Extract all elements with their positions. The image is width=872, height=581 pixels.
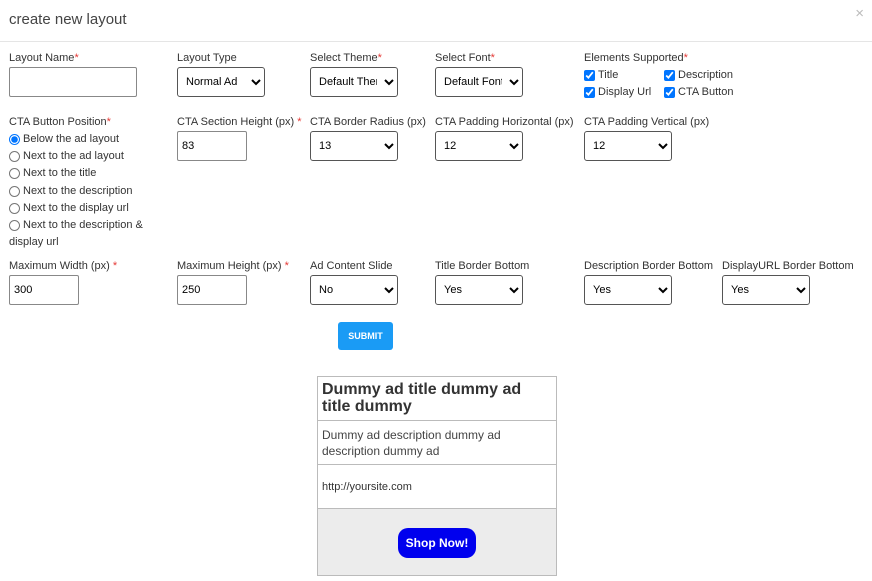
preview-description: Dummy ad description dummy ad descriptio…: [318, 421, 556, 465]
radio-label: Next to the description: [23, 185, 133, 197]
select-theme-field: Select Theme*: [310, 52, 382, 65]
preview-title: Dummy ad title dummy ad title dummy: [318, 377, 556, 421]
cta-border-radius-select[interactable]: 13: [310, 131, 398, 161]
preview-cta-section: Shop Now!: [318, 509, 556, 575]
maximum-height-label: Maximum Height (px) *: [177, 260, 289, 272]
radio-next-to-title[interactable]: Next to the title: [9, 167, 96, 179]
select-font-field: Select Font*: [435, 52, 495, 65]
displayurl-border-bottom-field: DisplayURL Border Bottom: [722, 260, 854, 273]
close-icon[interactable]: ×: [855, 5, 864, 22]
ad-content-slide-label: Ad Content Slide: [310, 260, 393, 272]
layout-type-field: Layout Type: [177, 52, 237, 65]
maximum-width-label: Maximum Width (px) *: [9, 260, 118, 272]
title-border-bottom-field: Title Border Bottom: [435, 260, 529, 273]
checkbox-description-label: Description: [678, 69, 734, 81]
display-url-checkbox[interactable]: [584, 86, 595, 98]
radio-next-to-description[interactable]: Next to the description: [9, 185, 132, 197]
cta-border-radius-label: CTA Border Radius (px): [310, 116, 426, 128]
select-font-select[interactable]: Default Font: [435, 67, 523, 97]
cta-padding-horizontal-select[interactable]: 12: [435, 131, 523, 161]
maximum-width-field: Maximum Width (px) *: [9, 260, 117, 273]
cta-button-checkbox[interactable]: [664, 86, 675, 98]
select-theme-label: Select Theme*: [310, 52, 382, 64]
cta-padding-horizontal-label: CTA Padding Horizontal (px): [435, 116, 574, 128]
cta-button-position-field: CTA Button Position*: [9, 116, 111, 129]
radio-label: Next to the display url: [23, 202, 129, 214]
radio-next-to-ad-layout[interactable]: Next to the ad layout: [9, 150, 124, 162]
cta-button-position-label: CTA Button Position*: [9, 116, 111, 128]
title-checkbox[interactable]: [584, 69, 595, 81]
cta-section-height-input[interactable]: [177, 131, 247, 161]
elements-supported-field: Elements Supported*: [584, 52, 688, 65]
next-to-display-url-radio[interactable]: [9, 202, 20, 214]
maximum-height-field: Maximum Height (px) *: [177, 260, 289, 273]
title-border-bottom-label: Title Border Bottom: [435, 260, 530, 272]
preview-display-url: http://yoursite.com: [318, 465, 556, 509]
checkbox-display-url[interactable]: Display Url: [584, 86, 651, 98]
radio-label: Next to the description &: [23, 219, 143, 231]
radio-label: Next to the ad layout: [23, 150, 124, 162]
next-to-ad-layout-radio[interactable]: [9, 150, 20, 162]
cta-padding-vertical-label: CTA Padding Vertical (px): [584, 116, 710, 128]
description-checkbox[interactable]: [664, 69, 675, 81]
radio-next-to-display-url[interactable]: Next to the display url: [9, 202, 129, 214]
next-to-description-and-display-url-radio[interactable]: [9, 219, 20, 231]
displayurl-border-bottom-select[interactable]: Yes: [722, 275, 810, 305]
modal-header: create new layout ×: [0, 0, 872, 42]
checkbox-cta-button-label: CTA Button: [678, 86, 734, 98]
layout-type-select[interactable]: Normal Ad: [177, 67, 265, 97]
submit-button[interactable]: SUBMIT: [338, 322, 393, 350]
checkbox-description[interactable]: Description: [664, 69, 733, 81]
radio-label: Below the ad layout: [23, 133, 120, 145]
cta-padding-horizontal-field: CTA Padding Horizontal (px): [435, 116, 574, 129]
cta-padding-vertical-field: CTA Padding Vertical (px): [584, 116, 709, 129]
title-border-bottom-select[interactable]: Yes: [435, 275, 523, 305]
radio-label-continued: display url: [9, 236, 59, 248]
checkbox-title-label: Title: [598, 69, 619, 81]
next-to-title-radio[interactable]: [9, 167, 20, 179]
layout-name-label: Layout Name*: [9, 52, 79, 64]
cta-padding-vertical-select[interactable]: 12: [584, 131, 672, 161]
ad-content-slide-field: Ad Content Slide: [310, 260, 393, 273]
maximum-height-input[interactable]: [177, 275, 247, 305]
checkbox-title[interactable]: Title: [584, 69, 618, 81]
next-to-description-radio[interactable]: [9, 185, 20, 197]
elements-supported-label: Elements Supported*: [584, 52, 688, 64]
ad-preview: Dummy ad title dummy ad title dummy Dumm…: [317, 376, 557, 576]
cta-section-height-label: CTA Section Height (px) *: [177, 116, 302, 128]
maximum-width-input[interactable]: [9, 275, 79, 305]
modal-title: create new layout: [9, 11, 127, 28]
description-border-bottom-select[interactable]: Yes: [584, 275, 672, 305]
layout-name-input[interactable]: [9, 67, 137, 97]
description-border-bottom-label: Description Border Bottom: [584, 260, 713, 272]
ad-content-slide-select[interactable]: No: [310, 275, 398, 305]
layout-name-field: Layout Name*: [9, 52, 79, 65]
description-border-bottom-field: Description Border Bottom: [584, 260, 713, 273]
radio-label: Next to the title: [23, 167, 97, 179]
radio-next-to-description-and-display-url[interactable]: Next to the description &: [9, 219, 143, 231]
select-font-label: Select Font*: [435, 52, 495, 64]
displayurl-border-bottom-label: DisplayURL Border Bottom: [722, 260, 854, 272]
preview-cta-button[interactable]: Shop Now!: [398, 528, 476, 558]
layout-type-label: Layout Type: [177, 52, 237, 64]
below-ad-layout-radio[interactable]: [9, 133, 20, 145]
cta-border-radius-field: CTA Border Radius (px): [310, 116, 426, 129]
cta-section-height-field: CTA Section Height (px) *: [177, 116, 302, 129]
checkbox-display-url-label: Display Url: [598, 86, 652, 98]
checkbox-cta-button[interactable]: CTA Button: [664, 86, 733, 98]
radio-below-ad-layout[interactable]: Below the ad layout: [9, 133, 119, 145]
select-theme-select[interactable]: Default Theme: [310, 67, 398, 97]
